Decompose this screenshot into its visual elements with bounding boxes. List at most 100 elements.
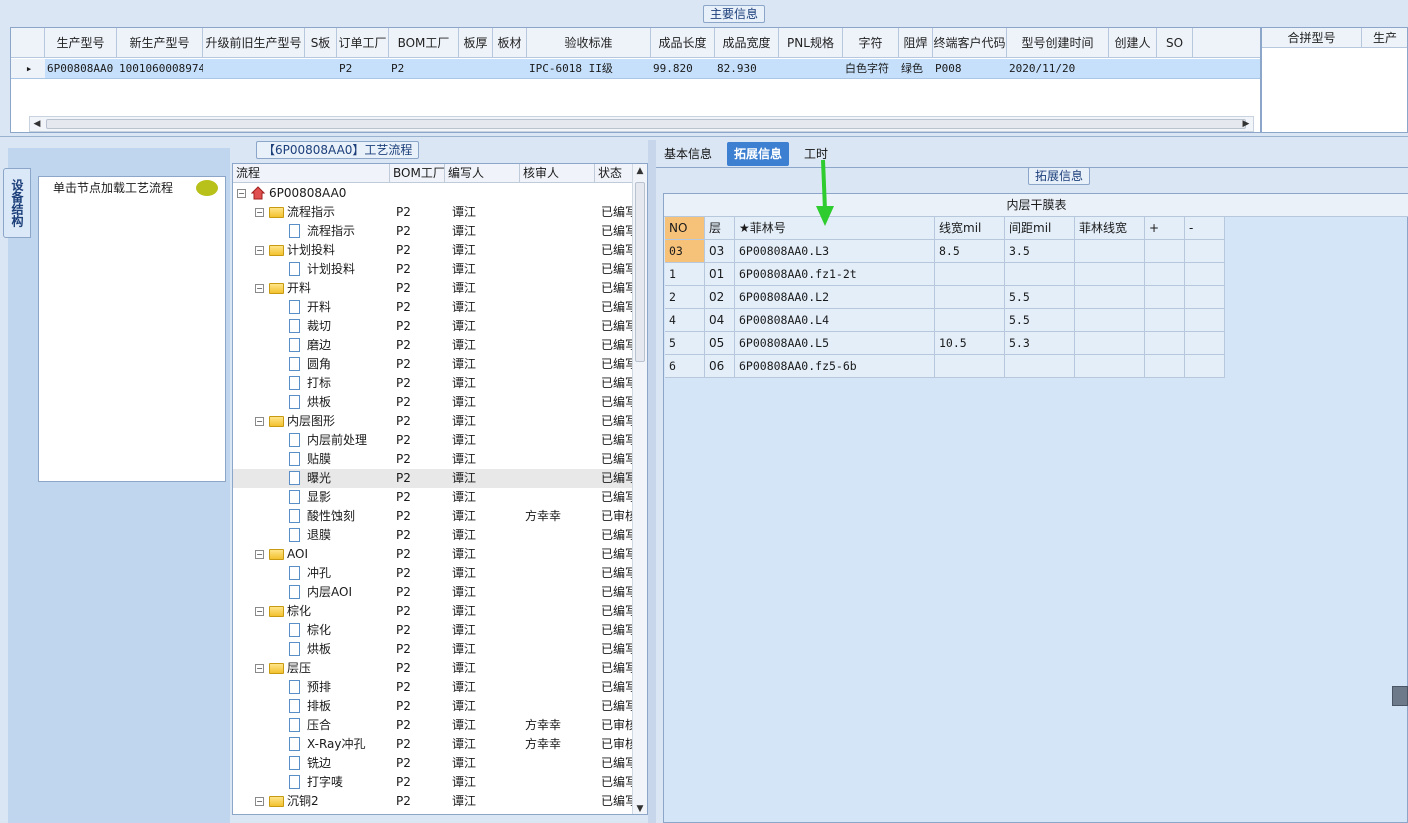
ext-table-row[interactable]: 1 01 6P00808AA0.fz1-2t [665,263,1225,286]
ext-cell[interactable]: 4 [665,309,705,332]
scroll-right-icon[interactable]: ▶ [1239,117,1253,131]
tree-row[interactable]: 棕化 P2 谭江 已编写 [233,621,633,640]
tree-vscroll[interactable]: ▲ ▼ [632,164,647,814]
tree-row[interactable]: 曝光 P2 谭江 已编写 [233,469,633,488]
ext-col-header[interactable]: + [1145,217,1185,240]
collapse-toggle-icon[interactable]: − [255,607,264,616]
tree-row[interactable]: 烘板 P2 谭江 已编写 [233,640,633,659]
ext-cell[interactable] [1005,355,1075,378]
ext-cell[interactable]: 6P00808AA0.L4 [735,309,935,332]
collapse-toggle-icon[interactable]: − [255,664,264,673]
tree-row[interactable]: − 层压 P2 谭江 已编写 [233,659,633,678]
ext-cell[interactable] [1075,332,1145,355]
tree-row[interactable]: 冲孔 P2 谭江 已编写 [233,564,633,583]
collapse-toggle-icon[interactable]: − [255,417,264,426]
vscroll-thumb[interactable] [635,182,645,362]
tree-row[interactable]: 排板 P2 谭江 已编写 [233,697,633,716]
ext-cell[interactable] [1145,240,1185,263]
side-grip-icon[interactable] [1392,686,1408,706]
ext-cell[interactable]: 6P00808AA0.L3 [735,240,935,263]
ext-cell[interactable] [935,263,1005,286]
process-flow-tree[interactable]: 流程 BOM工厂 编写人 核审人 状态 −6P00808AA0− 流程指示 P2 谭江… [232,163,648,815]
ext-cell[interactable]: 5 [665,332,705,355]
ext-cell[interactable] [1185,309,1225,332]
ext-cell[interactable]: 6P00808AA0.L2 [735,286,935,309]
tree-row[interactable]: 打标 P2 谭江 已编写 [233,374,633,393]
hscroll-thumb[interactable] [46,119,1246,129]
ext-cell[interactable] [1145,263,1185,286]
tree-row[interactable]: − 6P00808AA0 [233,184,633,203]
ext-cell[interactable]: 5.5 [1005,309,1075,332]
ext-cell[interactable] [1145,355,1185,378]
tree-row[interactable]: 磨边 P2 谭江 已编写 [233,336,633,355]
ext-cell[interactable]: 1 [665,263,705,286]
ext-cell[interactable]: 5.3 [1005,332,1075,355]
ext-cell[interactable]: 03 [665,240,705,263]
ext-table-row[interactable]: 4 04 6P00808AA0.L4 5.5 [665,309,1225,332]
ext-cell[interactable]: 10.5 [935,332,1005,355]
tree-row[interactable]: − 流程指示 P2 谭江 已编写 [233,203,633,222]
ext-cell[interactable] [1075,355,1145,378]
collapse-toggle-icon[interactable]: − [255,208,264,217]
ext-cell[interactable]: 6P00808AA0.L5 [735,332,935,355]
ext-cell[interactable]: 02 [705,286,735,309]
tree-row[interactable]: 开料 P2 谭江 已编写 [233,298,633,317]
tree-row[interactable]: − 棕化 P2 谭江 已编写 [233,602,633,621]
tree-row[interactable]: − 内层图形 P2 谭江 已编写 [233,412,633,431]
ext-cell[interactable] [1185,286,1225,309]
ext-cell[interactable] [1145,332,1185,355]
ext-cell[interactable]: 03 [705,240,735,263]
tree-row[interactable]: − AOI P2 谭江 已编写 [233,545,633,564]
collapse-toggle-icon[interactable]: − [255,797,264,806]
ext-cell[interactable] [1185,355,1225,378]
ext-cell[interactable]: 3.5 [1005,240,1075,263]
tree-row[interactable]: 裁切 P2 谭江 已编写 [233,317,633,336]
ext-cell[interactable]: 2 [665,286,705,309]
tree-row[interactable]: 烘板 P2 谭江 已编写 [233,393,633,412]
ext-cell[interactable] [1185,240,1225,263]
collapse-toggle-icon[interactable]: − [255,550,264,559]
ext-cell[interactable]: 01 [705,263,735,286]
collapse-toggle-icon[interactable]: − [255,246,264,255]
tab-equipment-structure[interactable]: 设备结构 [3,168,31,238]
tab-basic-info[interactable]: 基本信息 [657,142,719,166]
collapse-toggle-icon[interactable]: − [237,189,246,198]
main-info-row[interactable]: ▸ 6P00808AA0 10010600089744 P2 P2 IPC-6018 II… [11,59,1260,79]
tree-row[interactable]: 内层AOI P2 谭江 已编写 [233,583,633,602]
ext-col-header[interactable]: - [1185,217,1225,240]
tree-row[interactable]: 圆角 P2 谭江 已编写 [233,355,633,374]
ext-cell[interactable]: 8.5 [935,240,1005,263]
ext-cell[interactable]: 5.5 [1005,286,1075,309]
ext-cell[interactable] [1005,263,1075,286]
scroll-left-icon[interactable]: ◀ [30,117,44,131]
ext-cell[interactable]: 6P00808AA0.fz1-2t [735,263,935,286]
ext-table-row[interactable]: 5 05 6P00808AA0.L5 10.5 5.3 [665,332,1225,355]
tree-row[interactable]: X-Ray冲孔 P2 谭江 方幸幸 已审核 [233,735,633,754]
tree-row[interactable]: 打字唛 P2 谭江 已编写 [233,773,633,792]
main-info-grid[interactable]: 生产型号 新生产型号 升级前旧生产型号 S板 订单工厂 BOM工厂 板厚 板材 验收标准 成品长度… [10,27,1261,133]
tree-row[interactable]: 内层前处理 P2 谭江 已编写 [233,431,633,450]
tree-row[interactable]: 显影 P2 谭江 已编写 [233,488,633,507]
tree-row[interactable]: − 开料 P2 谭江 已编写 [233,279,633,298]
ext-cell[interactable] [1145,286,1185,309]
tree-row[interactable]: − 沉铜2 P2 谭江 已编写 [233,792,633,811]
tree-row[interactable]: 退膜 P2 谭江 已编写 [233,526,633,545]
ext-cell[interactable]: 05 [705,332,735,355]
tree-row[interactable]: 预排 P2 谭江 已编写 [233,678,633,697]
panel-splitter[interactable] [648,140,656,823]
merge-model-grid[interactable]: 合拼型号 生产 [1261,27,1408,133]
ext-cell[interactable] [935,355,1005,378]
ext-cell[interactable]: 6P00808AA0.fz5-6b [735,355,935,378]
tree-row[interactable]: 计划投料 P2 谭江 已编写 [233,260,633,279]
ext-cell[interactable] [1185,332,1225,355]
ext-cell[interactable] [1145,309,1185,332]
ext-cell[interactable] [935,286,1005,309]
collapse-toggle-icon[interactable]: − [255,284,264,293]
main-info-hscroll[interactable]: ◀ ▶ [29,116,1254,132]
tree-row[interactable]: − 计划投料 P2 谭江 已编写 [233,241,633,260]
ext-cell[interactable] [1075,263,1145,286]
ext-cell[interactable] [1075,240,1145,263]
ext-cell[interactable] [935,309,1005,332]
scroll-down-icon[interactable]: ▼ [633,802,647,814]
ext-cell[interactable]: 6 [665,355,705,378]
